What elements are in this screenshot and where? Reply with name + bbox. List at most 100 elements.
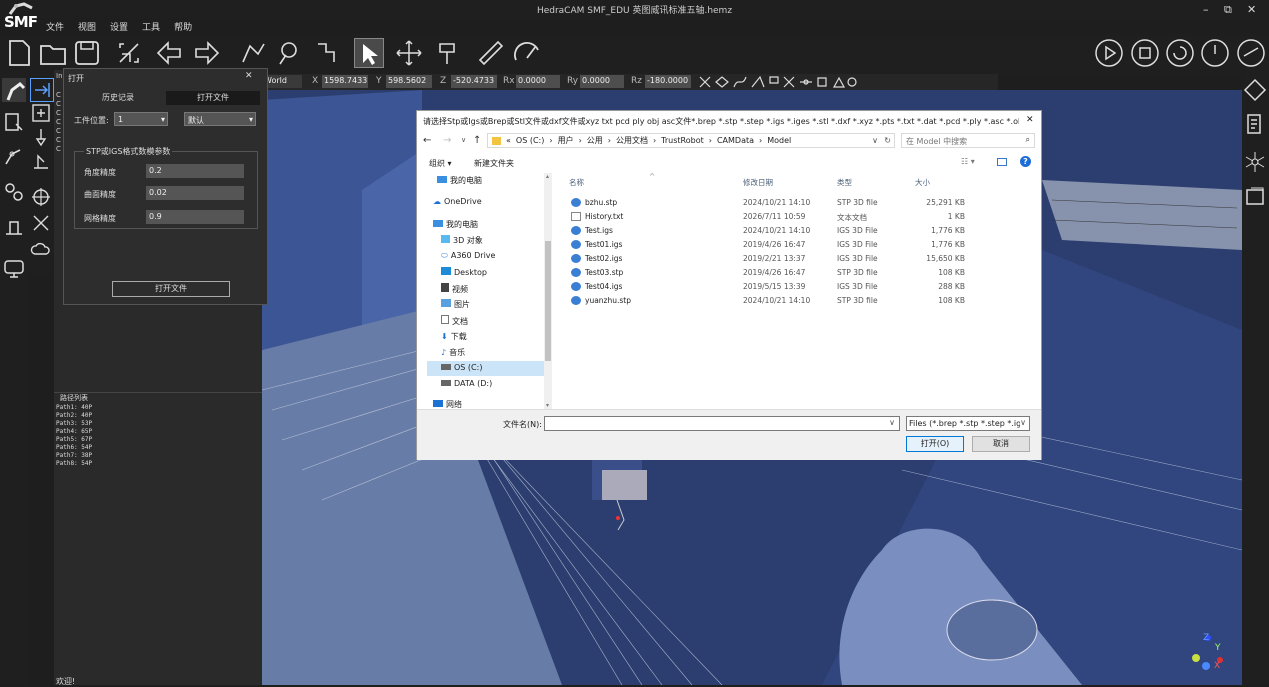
view-options-icon[interactable]: ☷ ▾: [961, 157, 975, 166]
path-tool-button[interactable]: [238, 38, 268, 68]
breadcrumb-item[interactable]: CAMData: [717, 136, 754, 145]
nav-item[interactable]: 我的电脑✱: [437, 175, 552, 186]
nav-item[interactable]: ♪ 音乐: [441, 347, 465, 358]
tab-open-file[interactable]: 打开文件: [166, 91, 260, 105]
x-field[interactable]: 1598.7433: [322, 75, 368, 88]
simulation-button[interactable]: [512, 38, 542, 68]
add-button[interactable]: [30, 102, 54, 126]
rz-field[interactable]: -180.0000: [645, 75, 691, 88]
help-icon[interactable]: ?: [1020, 156, 1031, 167]
file-row[interactable]: Test01.igs 2019/4/26 16:47 IGS 3D File 1,77…: [569, 239, 1019, 252]
report-button[interactable]: [1243, 112, 1267, 136]
y-field[interactable]: 598.5602: [386, 75, 432, 88]
open-button[interactable]: 打开(O): [906, 436, 964, 452]
tool-axis-button[interactable]: [432, 38, 462, 68]
nav-item[interactable]: 文档: [441, 315, 468, 327]
stop-button[interactable]: [1130, 38, 1160, 68]
breadcrumb-item[interactable]: 用户: [558, 135, 574, 146]
z-field[interactable]: -520.4733: [451, 75, 497, 88]
network-button[interactable]: [1243, 150, 1267, 174]
file-row[interactable]: Test04.igs 2019/5/15 13:39 IGS 3D File 288 …: [569, 281, 1019, 294]
list-item[interactable]: Path1: 40P: [56, 404, 92, 412]
nav-item[interactable]: 3D 对象: [441, 235, 483, 246]
nav-item-selected[interactable]: OS (C:): [427, 361, 544, 376]
list-item[interactable]: Path2: 40P: [56, 412, 92, 420]
measure-button[interactable]: [476, 38, 506, 68]
import-button[interactable]: [30, 78, 54, 102]
list-item[interactable]: Path3: 53P: [56, 420, 92, 428]
file-row[interactable]: Test.igs 2024/10/21 14:10 IGS 3D File 1,776…: [569, 225, 1019, 238]
nav-item[interactable]: ⬭ A360 Drive: [441, 251, 495, 261]
file-row[interactable]: Test02.igs 2019/2/21 13:37 IGS 3D File 15,6…: [569, 253, 1019, 266]
breadcrumb-item[interactable]: OS (C:): [516, 136, 544, 145]
menu-view[interactable]: 视图: [78, 20, 96, 34]
menu-settings[interactable]: 设置: [110, 20, 128, 34]
target-button[interactable]: [30, 186, 54, 210]
minimize-button[interactable]: –: [1203, 3, 1209, 16]
file-row[interactable]: yuanzhu.stp 2024/10/21 14:10 STP 3D file 10…: [569, 295, 1019, 308]
preview-pane-icon[interactable]: [997, 158, 1007, 166]
list-item[interactable]: Path8: 54P: [56, 460, 92, 468]
panel-close-button[interactable]: ✕: [245, 71, 253, 81]
column-size[interactable]: 大小: [915, 177, 930, 188]
robot-button[interactable]: [2, 78, 26, 102]
rx-field[interactable]: 0.0000: [516, 75, 560, 88]
nav-item[interactable]: 图片: [441, 299, 470, 310]
breadcrumb[interactable]: « OS (C:) › 用户 › 公用 › 公用文档 › TrustRobot › CAM…: [487, 133, 895, 148]
open-file-button[interactable]: 打开文件: [112, 281, 230, 297]
dialog-close-button[interactable]: ✕: [1026, 115, 1034, 125]
file-row[interactable]: bzhu.stp 2024/10/21 14:10 STP 3D file 25,29…: [569, 197, 1019, 210]
fixture-button[interactable]: [2, 214, 26, 238]
list-item[interactable]: Path5: 67P: [56, 436, 92, 444]
list-item[interactable]: Path7: 38P: [56, 452, 92, 460]
up-button[interactable]: ↑: [473, 135, 481, 146]
filename-input[interactable]: ∨: [544, 416, 900, 431]
nav-item[interactable]: 视频: [441, 283, 468, 295]
curve-tool-button[interactable]: [274, 38, 304, 68]
angle-precision-field[interactable]: 0.2: [146, 164, 244, 178]
reset-button[interactable]: [1165, 38, 1195, 68]
history-dropdown[interactable]: ∨: [461, 136, 466, 144]
mesh-precision-field[interactable]: 0.9: [146, 210, 244, 224]
save-button[interactable]: [72, 38, 102, 68]
fit-view-button[interactable]: [114, 38, 144, 68]
ry-field[interactable]: 0.0000: [580, 75, 624, 88]
open-folder-button[interactable]: [38, 38, 68, 68]
search-input[interactable]: 在 Model 中搜索 ⌕: [901, 133, 1035, 148]
menu-help[interactable]: 帮助: [174, 20, 192, 34]
tab-history[interactable]: 历史记录: [74, 91, 162, 105]
list-item[interactable]: Path6: 54P: [56, 444, 92, 452]
menu-file[interactable]: 文件: [46, 20, 64, 34]
list-item[interactable]: Path4: 65P: [56, 428, 92, 436]
file-row[interactable]: Test03.stp 2019/4/26 16:47 STP 3D file 108 …: [569, 267, 1019, 280]
breadcrumb-item[interactable]: 公用: [587, 135, 603, 146]
breadcrumb-item[interactable]: 公用文档: [616, 135, 648, 146]
conveyor-button[interactable]: [2, 256, 26, 280]
nav-item[interactable]: ☁ OneDrive: [433, 197, 482, 206]
organize-button[interactable]: 组织 ▾: [429, 158, 452, 169]
gauge-button[interactable]: [1236, 38, 1266, 68]
tool-button[interactable]: [30, 150, 54, 174]
view-cube-button[interactable]: [1243, 78, 1267, 102]
refresh-icon[interactable]: ↻: [884, 136, 891, 145]
nav-item[interactable]: Desktop: [441, 267, 487, 277]
workpiece-select[interactable]: 1 ▾: [114, 112, 168, 126]
nav-item[interactable]: DATA (D:): [441, 379, 492, 388]
close-button[interactable]: ✕: [1247, 3, 1256, 16]
breadcrumb-item[interactable]: TrustRobot: [661, 136, 704, 145]
restore-button[interactable]: ⧉: [1224, 3, 1232, 17]
arm-config-button[interactable]: [2, 144, 26, 168]
nav-item[interactable]: ⬇ 下载: [441, 331, 467, 342]
column-date[interactable]: 修改日期: [743, 177, 773, 188]
probe-button[interactable]: [30, 126, 54, 150]
column-type[interactable]: 类型: [837, 177, 852, 188]
power-button[interactable]: [1200, 38, 1230, 68]
new-file-button[interactable]: [4, 38, 34, 68]
undo-button[interactable]: [154, 38, 184, 68]
nav-scrollbar[interactable]: ▴ ▾: [544, 173, 552, 409]
file-row[interactable]: History.txt 2026/7/11 10:59 文本文档 1 KB: [569, 211, 1019, 224]
back-button[interactable]: ←: [423, 135, 431, 146]
cloud-button[interactable]: [30, 238, 54, 262]
nav-item[interactable]: 我的电脑: [433, 219, 478, 230]
snap-tools-icon[interactable]: [698, 74, 878, 90]
